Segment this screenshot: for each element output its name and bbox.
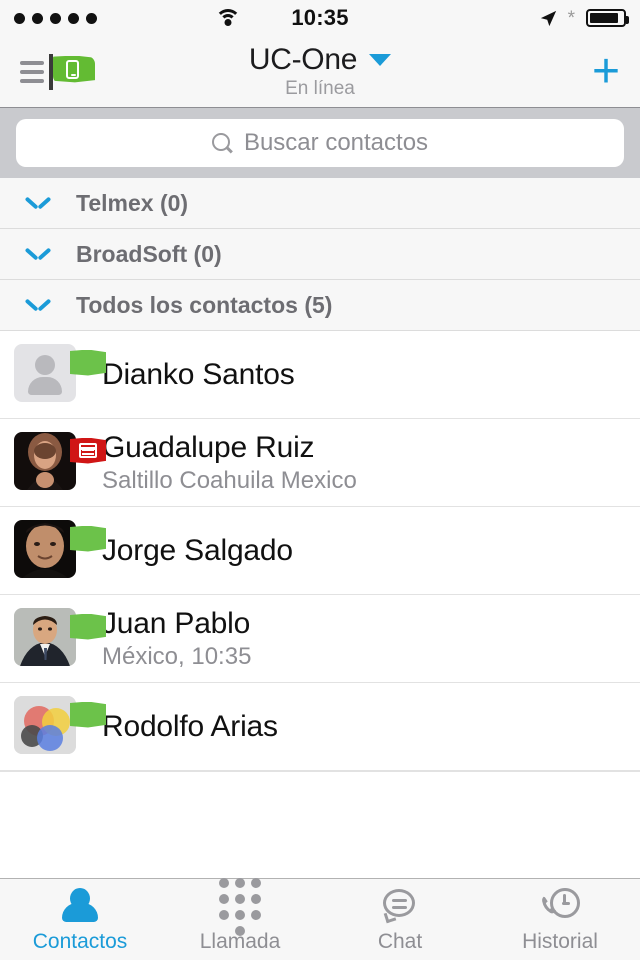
nav-title-block: UC-One En línea: [0, 43, 640, 100]
nav-left-group[interactable]: [20, 52, 95, 92]
avatar-wrapper: [14, 607, 106, 670]
tab-label: Historial: [522, 929, 598, 953]
contact-text: Juan Pablo México, 10:35: [102, 607, 251, 671]
green-flag-icon: [70, 613, 106, 640]
group-header-todos-los-contactos[interactable]: Todos los contactos (5): [0, 280, 640, 331]
navigation-bar: UC-One En línea +: [0, 36, 640, 108]
avatar: [14, 343, 76, 402]
chat-bubble-icon: [377, 886, 423, 926]
group-header-telmex[interactable]: Telmex (0): [0, 178, 640, 229]
green-flag-device-icon[interactable]: [49, 52, 95, 92]
tab-label: Contactos: [32, 929, 128, 953]
contact-list: Dianko Santos Guadalupe Ruiz Saltillo Co…: [0, 331, 640, 857]
person-icon: [57, 886, 103, 926]
group-label: Todos los contactos (5): [76, 291, 333, 318]
group-header-broadsoft[interactable]: BroadSoft (0): [0, 229, 640, 280]
avatar: [14, 519, 76, 578]
avatar: [14, 607, 76, 666]
search-placeholder: Buscar contactos: [243, 129, 429, 156]
presence-status-label: En línea: [285, 78, 355, 99]
contact-subtitle: Saltillo Coahuila Mexico: [102, 466, 357, 494]
tab-llamada[interactable]: Llamada: [160, 877, 320, 960]
contact-name: Jorge Salgado: [102, 533, 293, 567]
search-input[interactable]: Buscar contactos: [16, 119, 624, 167]
contact-name: Rodolfo Arias: [102, 709, 278, 743]
search-icon: [211, 133, 232, 153]
avatar-wrapper: [14, 519, 106, 582]
search-bar-container: Buscar contactos: [0, 108, 640, 178]
avatar-wrapper: [14, 343, 106, 406]
tab-label: Chat: [377, 929, 423, 953]
tab-contactos[interactable]: Contactos: [0, 879, 160, 960]
group-label: BroadSoft (0): [76, 240, 222, 267]
tab-chat[interactable]: Chat: [320, 879, 480, 960]
status-bar-clock: 10:35: [291, 5, 349, 30]
hamburger-menu-icon[interactable]: [20, 60, 44, 83]
battery-icon: [586, 9, 629, 27]
contact-text: Dianko Santos: [102, 358, 295, 392]
add-contact-button[interactable]: +: [592, 47, 620, 96]
green-flag-icon: [70, 349, 106, 376]
avatar-wrapper: [14, 695, 106, 758]
chevron-down-icon: [26, 298, 50, 312]
app-screen: 10:35 * UC-One En línea + Buscar contact…: [0, 0, 640, 960]
contact-row-guadalupe-ruiz[interactable]: Guadalupe Ruiz Saltillo Coahuila Mexico: [0, 419, 640, 507]
contact-name: Dianko Santos: [102, 357, 295, 391]
contact-text: Rodolfo Arias: [102, 710, 278, 744]
status-bar: 10:35 *: [0, 0, 640, 36]
avatar: [14, 695, 76, 754]
contact-row-rodolfo-arias[interactable]: Rodolfo Arias: [0, 683, 640, 771]
bottom-tab-bar: Contactos Llamada Chat Historial: [0, 877, 640, 960]
contact-text: Jorge Salgado: [102, 534, 293, 568]
dialpad-icon: [217, 877, 263, 936]
tab-historial[interactable]: Historial: [480, 879, 640, 960]
avatar: [14, 431, 76, 490]
contact-row-juan-pablo[interactable]: Juan Pablo México, 10:35: [0, 595, 640, 683]
group-label: Telmex (0): [76, 189, 189, 216]
chevron-down-icon[interactable]: [369, 54, 392, 66]
app-title-button[interactable]: UC-One: [248, 43, 392, 77]
page-title: UC-One: [248, 43, 358, 76]
list-empty-space: [0, 771, 640, 857]
chevron-down-icon: [26, 247, 50, 261]
chevron-down-icon: [26, 196, 50, 210]
contact-subtitle: México, 10:35: [102, 642, 252, 670]
contact-row-jorge-salgado[interactable]: Jorge Salgado: [0, 507, 640, 595]
contact-text: Guadalupe Ruiz Saltillo Coahuila Mexico: [102, 431, 357, 495]
phone-clock-icon: [537, 886, 583, 926]
contact-name: Guadalupe Ruiz: [102, 430, 315, 464]
avatar-wrapper: [14, 431, 106, 494]
contact-name: Juan Pablo: [102, 606, 251, 640]
green-flag-icon: [70, 701, 106, 728]
contact-row-dianko-santos[interactable]: Dianko Santos: [0, 331, 640, 419]
red-flag-calendar-icon: [70, 437, 106, 464]
green-flag-icon: [70, 525, 106, 552]
